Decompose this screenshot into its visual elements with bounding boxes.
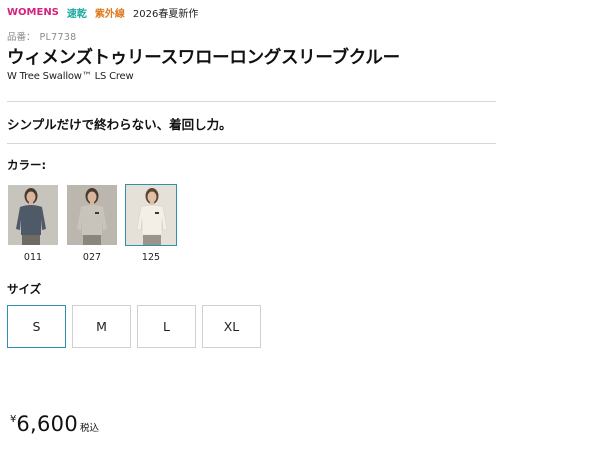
color-swatch-125[interactable]: 125 [125,184,177,263]
currency-symbol: ¥ [10,414,17,425]
tag-new-season: 2026春夏新作 [132,8,199,20]
size-label: サイズ [7,282,42,296]
size-button-xl[interactable]: XL [202,305,261,348]
divider [7,143,496,144]
model-photo-icon [67,185,117,245]
product-subtitle: W Tree Swallow™ LS Crew [7,71,134,82]
color-swatch-image [125,184,177,246]
product-price: ¥6,600 税込 [10,412,99,436]
size-button-m[interactable]: M [72,305,131,348]
size-options: S M L XL [7,305,267,348]
color-swatch-image [66,184,118,246]
catch-copy: シンプルだけで終わらない、着回し力。 [7,117,232,132]
model-photo-icon [8,185,58,245]
tag-quick-dry[interactable]: 速乾 [67,5,87,20]
size-button-l[interactable]: L [137,305,196,348]
sku-label: 品番： [7,32,36,43]
divider [7,101,496,102]
color-code: 011 [23,252,43,263]
color-label: カラー: [7,158,47,172]
color-swatch-027[interactable]: 027 [66,184,118,263]
model-photo-icon [126,185,176,245]
color-code: 125 [141,252,161,263]
product-sku: 品番： PL7738 [7,29,77,43]
tag-uv[interactable]: 紫外線 [95,5,125,20]
product-title: ウィメンズトゥリースワローロングスリーブクルー [7,48,400,68]
tag-womens[interactable]: WOMENS [7,7,59,18]
price-amount: 6,600 [16,412,78,436]
color-code: 027 [82,252,102,263]
tax-note: 税込 [80,423,100,434]
color-swatches: 011 027 125 [7,184,184,263]
color-swatch-011[interactable]: 011 [7,184,59,263]
product-tags: WOMENS 速乾 紫外線 2026春夏新作 [7,5,206,20]
size-button-s[interactable]: S [7,305,66,348]
color-swatch-image [7,184,59,246]
sku-code: PL7738 [39,32,77,43]
